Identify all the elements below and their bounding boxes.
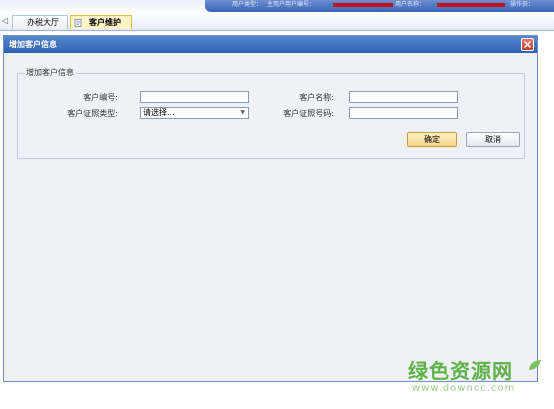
user-name-redacted	[437, 3, 505, 7]
tab-strip: ◁ 办税大厅 客户维护	[0, 14, 554, 31]
dialog-titlebar[interactable]: 增加客户信息	[4, 36, 537, 53]
id-number-input[interactable]	[349, 107, 458, 119]
close-button[interactable]	[521, 38, 534, 51]
id-number-label: 客户证照号码:	[283, 109, 334, 118]
watermark-text: 绿色资源网	[408, 359, 513, 383]
dialog-title: 增加客户信息	[9, 40, 57, 49]
user-type-value: 主用户	[267, 1, 286, 8]
watermark-url: www.downcc.com	[412, 383, 516, 394]
customer-id-input[interactable]	[140, 91, 249, 103]
customer-id-label: 客户编号:	[83, 93, 118, 102]
tab-label: 办税大厅	[27, 18, 59, 27]
customer-name-input[interactable]	[349, 91, 458, 103]
user-type-label: 用户类型：	[232, 1, 263, 8]
customer-name-label: 客户名称:	[299, 93, 334, 102]
ok-button[interactable]: 确定	[407, 132, 457, 147]
site-watermark: 绿色资源网 www.downcc.com	[408, 355, 548, 405]
customer-info-fieldset: 增加客户信息 客户编号: 客户名称: 客户证照类型: 请选择... ▼ 客户证照…	[17, 67, 525, 159]
user-name-label: 用户名称：	[395, 1, 426, 8]
tab-label: 客户维护	[89, 18, 121, 27]
fieldset-legend: 增加客户信息	[24, 67, 76, 78]
tab-tax-hall[interactable]: 办税大厅	[12, 15, 68, 29]
add-customer-dialog: 增加客户信息 增加客户信息 客户编号: 客户名称: 客户证照类型: 请选择...…	[3, 35, 538, 382]
cancel-button[interactable]: 取消	[466, 132, 520, 147]
close-icon	[524, 41, 531, 48]
document-icon	[74, 19, 82, 27]
leaf-icon	[529, 360, 541, 370]
chevron-down-icon: ▼	[240, 109, 245, 116]
id-type-label: 客户证照类型:	[67, 109, 118, 118]
operator-label: 操作员：	[510, 1, 535, 8]
user-id-redacted	[333, 3, 393, 7]
id-type-select[interactable]: 请选择... ▼	[140, 107, 249, 119]
tab-scroll-left-icon[interactable]: ◁	[2, 16, 8, 25]
user-id-label: 用户编号：	[285, 1, 316, 8]
tab-customer-maintenance[interactable]: 客户维护	[70, 15, 132, 29]
user-info-bar: 用户类型： 主用户 用户编号： 用户名称： 操作员：	[205, 0, 554, 12]
id-type-selected: 请选择...	[143, 108, 175, 117]
